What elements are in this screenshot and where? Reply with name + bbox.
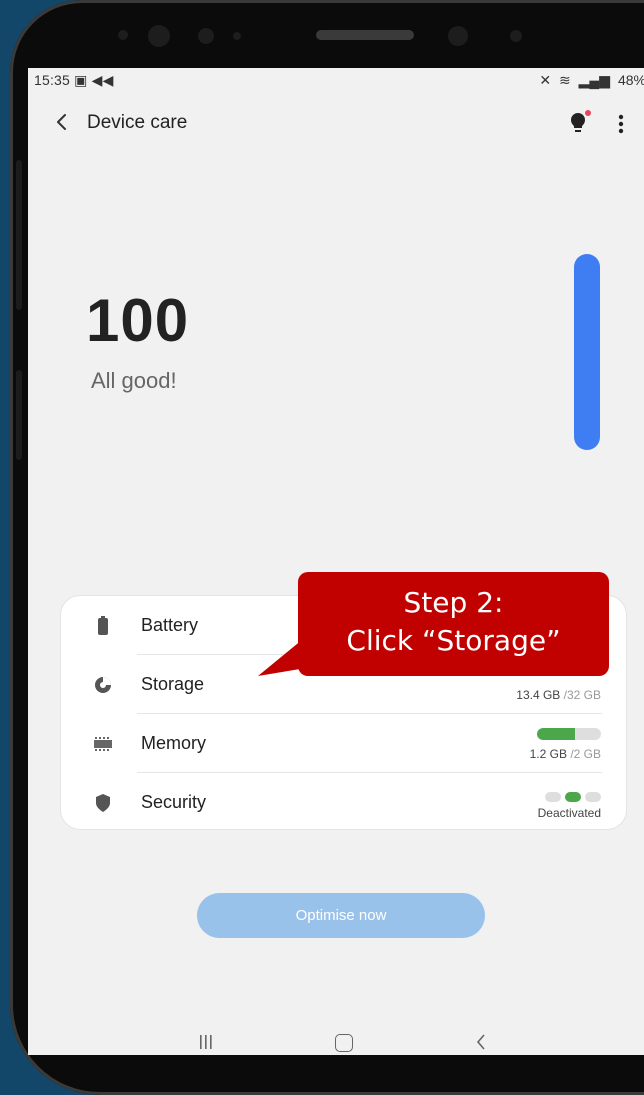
battery-label: Battery xyxy=(141,615,199,635)
app-bar: Device care xyxy=(28,104,644,144)
status-time: 15:35 xyxy=(34,72,71,88)
instruction-callout: Step 2: Click “Storage” xyxy=(298,572,609,676)
memory-label: Memory xyxy=(141,733,207,753)
security-status-indicator xyxy=(541,789,601,807)
storage-usage: 13.4 GB /32 GB xyxy=(516,688,601,702)
security-label: Security xyxy=(141,792,207,812)
memory-total: /2 GB xyxy=(566,747,601,761)
callout-step: Step 2: xyxy=(403,586,504,619)
screen: 15:35 ▣ ◀◀ ✕ ≋ ▂▄▆ 48% Device care 100 A… xyxy=(28,68,644,1055)
back-arrow-icon[interactable] xyxy=(50,110,74,134)
storage-total: /32 GB xyxy=(560,688,601,702)
lightbulb-tips-icon[interactable] xyxy=(568,109,592,137)
storage-pie-icon xyxy=(95,677,111,693)
status-bar: 15:35 ▣ ◀◀ ✕ ≋ ▂▄▆ 48% xyxy=(28,68,644,92)
recent-apps-icon[interactable] xyxy=(198,1034,214,1050)
page-title: Device care xyxy=(87,112,188,133)
sensor-dot xyxy=(510,30,522,42)
memory-used: 1.2 GB xyxy=(529,747,567,761)
signal-icon: ▂▄▆ xyxy=(578,72,611,88)
nav-back-icon[interactable] xyxy=(474,1032,488,1052)
storage-used: 13.4 GB xyxy=(516,688,561,702)
side-button xyxy=(16,160,22,310)
status-segment xyxy=(585,792,601,802)
status-segment xyxy=(565,792,581,802)
gallery-notification-icon: ▣ xyxy=(74,72,88,88)
memory-row[interactable]: Memory 1.2 GB /2 GB xyxy=(61,714,626,773)
battery-percentage: 48% xyxy=(617,72,644,88)
score-status: All good! xyxy=(91,368,177,393)
navigation-notification-icon: ◀◀ xyxy=(91,72,114,88)
side-button xyxy=(16,370,22,460)
memory-usage: 1.2 GB /2 GB xyxy=(530,747,601,761)
memory-usage-meter xyxy=(537,728,601,740)
status-right: ✕ ≋ ▂▄▆ 48% xyxy=(535,72,644,89)
memory-usage-fill xyxy=(537,728,576,740)
sensor-dot xyxy=(118,30,128,40)
security-row[interactable]: Security Deactivated xyxy=(61,773,626,832)
sensor-dot xyxy=(233,32,241,40)
device-score: 100 xyxy=(86,287,190,354)
shield-icon xyxy=(96,794,110,812)
score-level-bar xyxy=(574,254,600,450)
navigation-bar xyxy=(28,1026,644,1055)
front-camera-icon xyxy=(148,25,170,47)
phone-top-bezel xyxy=(28,0,644,68)
callout-instruction: Click “Storage” xyxy=(346,624,561,657)
wifi-icon: ≋ xyxy=(559,72,571,88)
battery-icon xyxy=(98,616,108,635)
front-camera-icon xyxy=(448,26,468,46)
status-left: 15:35 ▣ ◀◀ xyxy=(34,72,114,89)
security-status: Deactivated xyxy=(537,806,601,820)
mute-icon: ✕ xyxy=(539,72,552,88)
storage-label: Storage xyxy=(141,674,205,694)
sensor-dot xyxy=(198,28,214,44)
earpiece-speaker xyxy=(316,30,414,40)
home-icon[interactable] xyxy=(335,1034,353,1052)
memory-chip-icon xyxy=(94,737,112,751)
optimise-now-button[interactable]: Optimise now xyxy=(197,893,485,938)
more-options-icon[interactable] xyxy=(611,112,631,136)
status-segment xyxy=(545,792,561,802)
